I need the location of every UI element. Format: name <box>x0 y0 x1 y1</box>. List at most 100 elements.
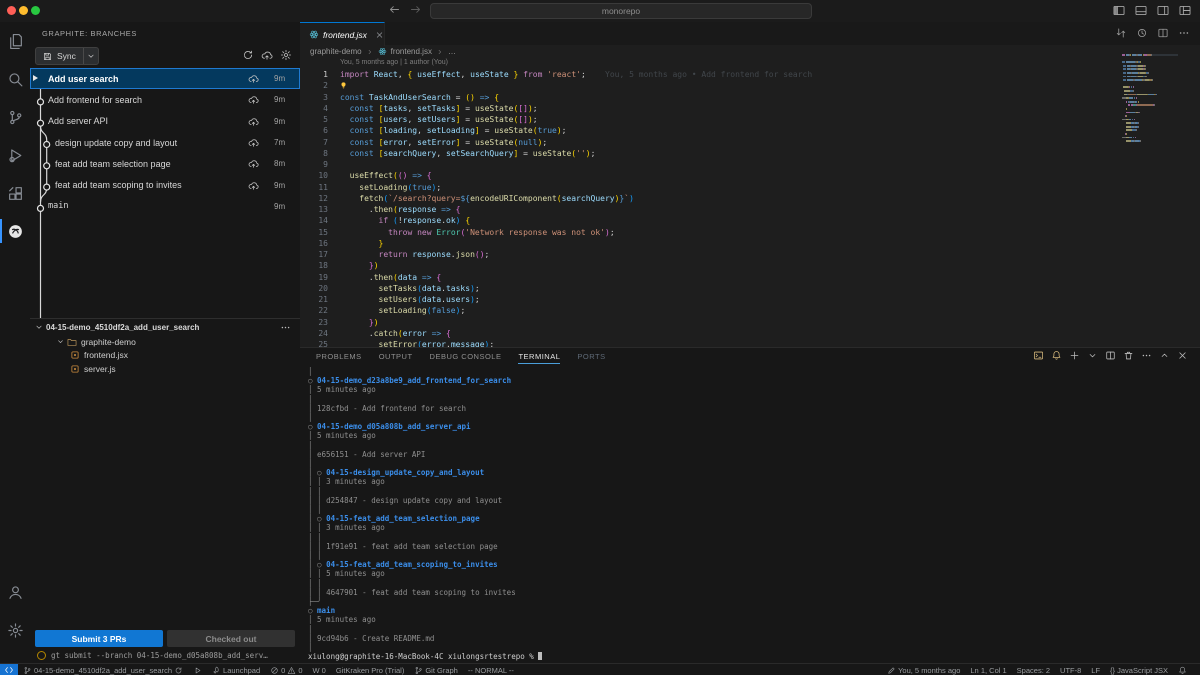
status-item-eol[interactable]: LF <box>1086 664 1105 675</box>
terminal[interactable]: │○ 04-15-demo_d23a8be9_add_frontend_for_… <box>308 367 1188 662</box>
code-line: 1import React, { useEffect, useState } f… <box>300 69 1110 80</box>
bell-icon[interactable] <box>1051 350 1062 361</box>
status-item-label: Git Graph <box>425 666 458 675</box>
activity-bar-item-search[interactable] <box>0 60 30 98</box>
status-item-cursor-position[interactable]: Ln 1, Col 1 <box>965 664 1011 675</box>
status-item-run-task[interactable] <box>188 664 207 675</box>
status-item-remote-indicator[interactable] <box>0 664 18 675</box>
breadcrumb[interactable]: graphite-demo frontend.jsx … <box>310 45 456 58</box>
activity-bar-item-extensions[interactable] <box>0 174 30 212</box>
panel-tab-debug-console[interactable]: DEBUG CONSOLE <box>430 348 502 364</box>
cloud-up-icon[interactable] <box>261 49 273 61</box>
branch-row[interactable]: main9m <box>30 196 300 217</box>
status-item-notifications[interactable] <box>1173 664 1192 675</box>
activity-bar-item-account[interactable] <box>0 573 30 611</box>
more-icon[interactable] <box>1141 350 1152 361</box>
folder-row[interactable]: graphite-demo <box>30 335 300 349</box>
branch-row[interactable]: feat add team scoping to invites9m <box>30 174 300 195</box>
chevron-up-icon[interactable] <box>1159 350 1170 361</box>
code-line: 2 <box>300 80 1110 91</box>
cloud-up-icon[interactable] <box>247 94 260 105</box>
status-item-git-branch[interactable]: 04-15-demo_4510df2a_add_user_search <box>18 664 188 675</box>
activity-bar-item-graphite[interactable] <box>0 212 30 250</box>
section-header[interactable]: 04-15-demo_4510df2a_add_user_search <box>30 319 300 335</box>
panel-tab-ports[interactable]: PORTS <box>577 348 605 364</box>
status-item-vim-mode[interactable]: -- NORMAL -- <box>463 664 519 675</box>
command-center-search[interactable]: monorepo <box>430 3 812 19</box>
cloud-up-icon[interactable] <box>247 158 260 169</box>
cloud-up-icon[interactable] <box>247 116 260 127</box>
code-area[interactable]: 1import React, { useEffect, useState } f… <box>300 69 1110 350</box>
panel-tab-terminal[interactable]: TERMINAL <box>518 348 560 364</box>
lightbulb-icon[interactable] <box>339 81 348 90</box>
terminal-warn-icon[interactable] <box>1033 350 1044 361</box>
running-command-status: gt submit --branch 04-15-demo_d05a808b_a… <box>30 648 300 663</box>
editor-group[interactable]: frontend.jsx graphite-demofrontend.jsx… … <box>300 22 1200 347</box>
js-file-icon <box>70 364 80 374</box>
zoom-window-button[interactable] <box>31 6 40 15</box>
branch-row[interactable]: Add user search9m <box>30 68 300 89</box>
close-window-button[interactable] <box>7 6 16 15</box>
more-actions-icon[interactable] <box>280 322 291 333</box>
panel-tab-problems[interactable]: PROBLEMS <box>316 348 362 364</box>
branch-label: Add user search <box>30 74 247 84</box>
gear-icon[interactable] <box>280 49 292 61</box>
close-icon[interactable] <box>1177 350 1188 361</box>
activity-bar <box>0 22 31 663</box>
split-icon[interactable] <box>1157 27 1169 39</box>
status-item-gitkraken[interactable]: GitKraken Pro (Trial) <box>331 664 410 675</box>
trash-icon[interactable] <box>1123 350 1134 361</box>
sync-button[interactable]: Sync <box>35 47 99 65</box>
cloud-up-icon[interactable] <box>247 73 260 84</box>
breadcrumb-item[interactable]: graphite-demo <box>310 47 362 56</box>
file-row-server.js[interactable]: server.js <box>30 362 300 376</box>
layout-custom-icon[interactable] <box>1178 4 1192 17</box>
branch-row[interactable]: design update copy and layout7m <box>30 132 300 153</box>
sync-dropdown-button[interactable] <box>84 51 98 61</box>
activity-bar-item-explorer[interactable] <box>0 22 30 60</box>
activity-bar-item-source-control[interactable] <box>0 98 30 136</box>
status-item-git-graph[interactable]: Git Graph <box>409 664 463 675</box>
status-item-language-mode[interactable]: {} JavaScript JSX <box>1105 664 1173 675</box>
layout-sidebar-icon[interactable] <box>1112 4 1126 17</box>
arrow-right-icon[interactable] <box>409 3 422 16</box>
minimap[interactable] <box>1122 54 1194 166</box>
remote-icon <box>4 665 14 675</box>
chevron-down-icon[interactable] <box>1087 350 1098 361</box>
branch-row[interactable]: feat add team selection page8m <box>30 153 300 174</box>
file-row-frontend.jsx[interactable]: frontend.jsx <box>30 349 300 363</box>
submit-prs-button[interactable]: Submit 3 PRs <box>35 630 163 647</box>
close-icon[interactable] <box>375 30 384 40</box>
activity-bar-item-gear[interactable] <box>0 611 30 649</box>
status-item-w-counter[interactable]: W 0 <box>308 664 331 675</box>
status-item-blame[interactable]: You, 5 months ago <box>882 664 965 675</box>
refresh-icon[interactable] <box>242 49 254 61</box>
branch-row[interactable]: Add server API9m <box>30 111 300 132</box>
layout-sidebar-right-icon[interactable] <box>1156 4 1170 17</box>
minimize-window-button[interactable] <box>19 6 28 15</box>
cloud-up-icon[interactable] <box>247 137 260 148</box>
arrow-left-icon[interactable] <box>388 3 401 16</box>
history-icon[interactable] <box>1136 27 1148 39</box>
tab-frontend-jsx[interactable]: frontend.jsx <box>300 22 385 46</box>
activity-bar-item-run-debug[interactable] <box>0 136 30 174</box>
checked-out-button[interactable]: Checked out <box>167 630 295 647</box>
status-item-encoding[interactable]: UTF-8 <box>1055 664 1086 675</box>
plus-icon[interactable] <box>1069 350 1080 361</box>
compare-icon[interactable] <box>1115 27 1127 39</box>
more-icon[interactable] <box>1178 27 1190 39</box>
branch-row[interactable]: Add frontend for search9m <box>30 89 300 110</box>
extensions-icon <box>7 185 24 202</box>
status-item-indentation[interactable]: Spaces: 2 <box>1012 664 1055 675</box>
status-item-problems[interactable]: 00 <box>265 664 307 675</box>
terminal-line: │ 128cfbd - Add frontend for search <box>308 404 1188 413</box>
panel-tab-output[interactable]: OUTPUT <box>379 348 413 364</box>
layout-panel-icon[interactable] <box>1134 4 1148 17</box>
terminal-line: │ <box>308 413 1188 422</box>
cloud-up-icon[interactable] <box>247 180 260 191</box>
split-icon[interactable] <box>1105 350 1116 361</box>
breadcrumb-item[interactable]: frontend.jsx <box>391 47 432 56</box>
breadcrumb-item[interactable]: … <box>448 47 456 56</box>
branch-label: design update copy and layout <box>30 138 247 148</box>
status-item-launchpad[interactable]: Launchpad <box>207 664 265 675</box>
